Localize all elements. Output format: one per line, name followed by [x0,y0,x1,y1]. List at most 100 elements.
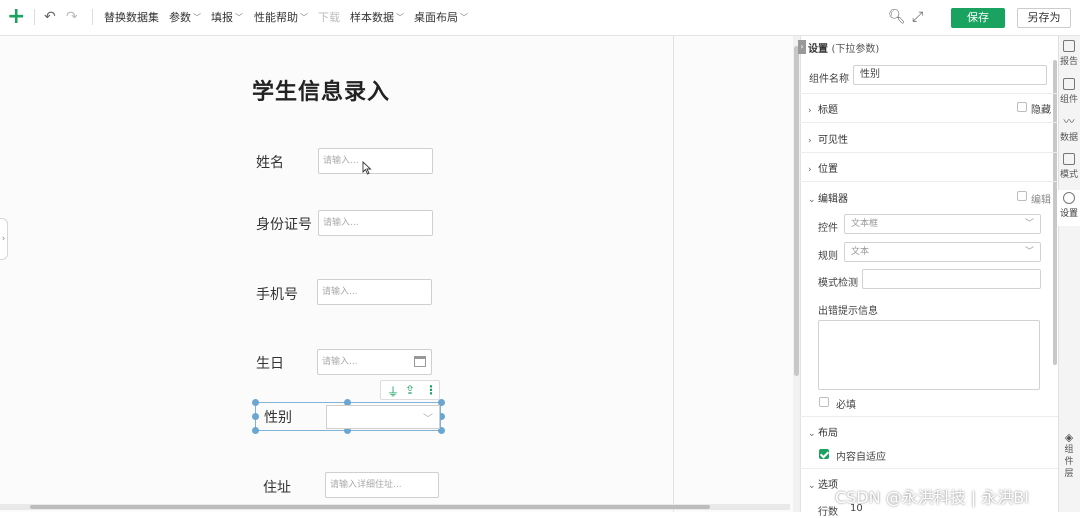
id-number-input[interactable]: 请输入... [318,210,433,236]
hide-label: 隐藏 [1031,105,1051,116]
gender-label: 性别 [264,410,292,426]
export-icon[interactable]: ⇪ [405,383,415,397]
section-options[interactable]: ⌄ 选项 [808,476,838,491]
adaptive-checkbox[interactable] [819,449,829,459]
required-label: 必填 [836,400,856,411]
section-layout[interactable]: ⌄ 布局 [808,424,838,439]
chevron-down-icon: ﹀ [1024,247,1034,257]
edit-checkbox[interactable] [1017,191,1027,201]
toolbar-divider [92,9,93,25]
preview-icon[interactable]: 🔍︎ [888,9,906,25]
divider [800,181,1058,182]
chart-line-icon: 〰 [1063,115,1075,128]
tab-mode[interactable]: 模式 [1058,153,1080,180]
component-name-label: 组件名称 [809,74,849,85]
chevron-down-icon: ﹀ [300,13,308,22]
tab-label: 模式 [1059,170,1078,180]
mouse-cursor-icon [362,161,372,175]
gender-select[interactable]: ﹀ [326,405,440,429]
section-editor-label: 编辑器 [818,194,848,205]
add-icon[interactable]: + [7,6,25,28]
gear-icon [1063,192,1075,204]
top-toolbar: + ↶ ↷ 替换数据集 参数 ﹀ 填报 ﹀ 性能帮助 ﹀ 下载 样本数据 ﹀ 桌面布局 ﹀… [0,0,1080,36]
more-icon[interactable]: ⋮ [425,383,437,397]
watermark: CSDN @永洪科技 | 永洪BI [835,488,1029,507]
chevron-down-icon: ﹀ [235,13,243,22]
undo-icon[interactable]: ↶ [44,9,56,25]
name-input[interactable]: 请输入... [318,148,433,174]
phone-input[interactable]: 请输入... [317,279,432,305]
menu-download[interactable]: 下载 [318,10,340,26]
filter-icon[interactable]: ⏚ [387,383,399,400]
design-canvas[interactable]: › 学生信息录入 姓名 请输入... 身份证号 请输入... 手机号 请输入..… [0,36,800,512]
section-editor[interactable]: ⌄ 编辑器 [808,190,848,205]
control-label: 控件 [818,223,838,234]
save-as-button[interactable]: 另存为 [1017,8,1071,28]
tab-settings[interactable]: 设置 [1058,190,1080,226]
tab-report[interactable]: 报告 [1058,40,1080,67]
resize-handle[interactable] [252,413,259,420]
menu-desktop-layout[interactable]: 桌面布局 ﹀ [414,10,468,26]
layers-icon: ◈ [1064,431,1074,444]
panel-scrollbar[interactable] [1053,60,1057,365]
control-select[interactable]: 文本框 ﹀ [844,214,1041,234]
section-position[interactable]: › 位置 [808,160,838,175]
tab-layers[interactable]: ◈ 组件层 [1062,432,1076,480]
horizontal-scrollbar-thumb[interactable] [30,505,710,509]
menu-label: 参数 [169,11,191,24]
tab-label: 设置 [1059,209,1078,219]
tab-label: 数据 [1059,133,1078,143]
menu-label: 性能帮助 [254,11,298,24]
id-number-label: 身份证号 [256,217,312,233]
fullscreen-icon[interactable]: ⤢ [912,9,923,25]
chevron-down-icon: ⌄ [808,481,816,491]
rule-select[interactable]: 文本 ﹀ [844,242,1041,262]
address-input[interactable]: 请输入详细住址... [325,472,439,498]
address-label: 住址 [263,480,291,496]
menu-sample-data[interactable]: 样本数据 ﹀ [350,10,404,26]
required-checkbox[interactable] [819,397,829,407]
pattern-input[interactable] [862,269,1041,289]
divider [800,468,1058,469]
error-message-label: 出错提示信息 [818,306,878,317]
redo-icon[interactable]: ↷ [66,9,78,25]
chevron-right-icon: › [808,136,812,146]
resize-handle[interactable] [252,427,259,434]
resize-handle[interactable] [252,399,259,406]
menu-replace-dataset[interactable]: 替换数据集 [104,10,159,26]
birthday-input[interactable]: 请输入... [317,349,432,375]
section-title[interactable]: › 标题 [808,101,838,116]
page-boundary [673,36,674,512]
menu-fill[interactable]: 填报 ﹀ [211,10,243,26]
rule-select-value: 文本 [851,247,870,257]
toolbar-divider [34,9,35,25]
menu-performance-help[interactable]: 性能帮助 ﹀ [254,10,308,26]
section-visibility-label: 可见性 [818,135,848,146]
expand-left-panel-handle[interactable]: › [0,218,8,260]
chevron-down-icon: ﹀ [396,13,404,22]
adaptive-label: 内容自适应 [836,452,886,463]
menu-params[interactable]: 参数 ﹀ [169,10,201,26]
error-message-textarea[interactable] [818,320,1040,390]
vertical-scrollbar-thumb[interactable] [794,46,799,376]
component-mini-toolbar: ⏚ ⇪ ⋮ [380,380,440,400]
hide-checkbox[interactable] [1017,102,1027,112]
rule-label: 规则 [818,251,838,262]
menu-label: 填报 [211,11,233,24]
report-icon [1063,40,1075,52]
panel-title: 设置 (下拉参数) [808,40,879,55]
form-title: 学生信息录入 [252,80,391,105]
collapse-panel-icon[interactable]: › [798,40,806,54]
calendar-icon[interactable] [414,356,426,367]
section-visibility[interactable]: › 可见性 [808,131,848,146]
grid-icon [1063,153,1075,165]
section-layout-label: 布局 [818,428,838,439]
chevron-down-icon: ﹀ [423,414,433,425]
component-name-input[interactable]: 性别 [853,65,1047,85]
chevron-down-icon: ﹀ [460,13,468,22]
name-label: 姓名 [256,155,284,171]
tab-data[interactable]: 〰数据 [1058,115,1080,144]
tab-component[interactable]: 组件 [1058,78,1080,105]
divider [800,416,1058,417]
save-button[interactable]: 保存 [951,8,1005,28]
